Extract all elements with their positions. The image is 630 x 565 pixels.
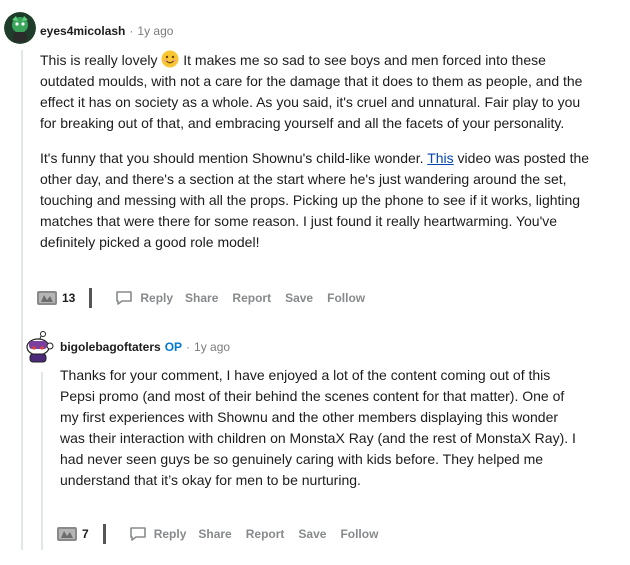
reply-action-bar: 7 Reply Share Report Save Follow xyxy=(56,522,392,546)
award-button[interactable]: 7 xyxy=(56,525,89,543)
time-separator: · xyxy=(129,24,134,38)
share-button[interactable]: Share xyxy=(185,291,218,305)
award-count: 13 xyxy=(62,291,76,305)
comment-username[interactable]: eyes4micolash xyxy=(40,24,125,38)
vote-divider xyxy=(102,524,106,544)
reply-icon xyxy=(116,291,133,305)
comment-body: This is really lovely It makes me so sad… xyxy=(40,50,595,263)
reply-icon xyxy=(129,527,146,541)
reply-thread-line[interactable] xyxy=(41,372,43,550)
reply-button[interactable]: Reply xyxy=(114,288,173,308)
smiling-face-emoji-icon xyxy=(161,50,179,68)
reply-timestamp[interactable]: 1y ago xyxy=(194,340,230,354)
comment-text: It's funny that you should mention Shown… xyxy=(40,150,428,166)
reply-body: Thanks for your comment, I have enjoyed … xyxy=(60,365,580,501)
comment-meta: eyes4micolash · 1y ago xyxy=(40,24,173,38)
save-button[interactable]: Save xyxy=(298,527,326,541)
reply-label: Reply xyxy=(153,527,187,541)
share-button[interactable]: Share xyxy=(198,527,231,541)
award-count: 7 xyxy=(82,527,89,541)
follow-button[interactable]: Follow xyxy=(340,527,378,541)
video-link[interactable]: This xyxy=(427,150,453,166)
vote-divider xyxy=(89,288,93,308)
award-button[interactable]: 13 xyxy=(36,289,75,307)
comment-action-bar: 13 Reply Share Report Save Follow xyxy=(36,286,379,310)
user-avatar-icon xyxy=(4,12,36,44)
avatar[interactable] xyxy=(24,330,56,363)
comment-timestamp[interactable]: 1y ago xyxy=(137,24,173,38)
reply-button[interactable]: Reply xyxy=(128,524,187,544)
report-button[interactable]: Report xyxy=(246,527,285,541)
comment-paragraph: It's funny that you should mention Shown… xyxy=(40,148,595,253)
reply-meta: bigolebagoftaters OP · 1y ago xyxy=(60,340,230,354)
report-button[interactable]: Report xyxy=(232,291,271,305)
comment-paragraph: This is really lovely It makes me so sad… xyxy=(40,50,595,134)
comment-text: This is really lovely xyxy=(40,52,162,68)
award-icon xyxy=(37,291,57,305)
comment-thread-line[interactable] xyxy=(21,50,23,550)
reply-paragraph: Thanks for your comment, I have enjoyed … xyxy=(60,367,576,488)
reply-label: Reply xyxy=(140,291,174,305)
snoo-avatar-icon xyxy=(26,331,54,363)
op-badge: OP xyxy=(164,340,183,354)
reply-username[interactable]: bigolebagoftaters xyxy=(60,340,161,354)
time-separator: · xyxy=(186,340,191,354)
follow-button[interactable]: Follow xyxy=(327,291,365,305)
avatar[interactable] xyxy=(4,12,36,44)
award-icon xyxy=(57,527,77,541)
save-button[interactable]: Save xyxy=(285,291,313,305)
